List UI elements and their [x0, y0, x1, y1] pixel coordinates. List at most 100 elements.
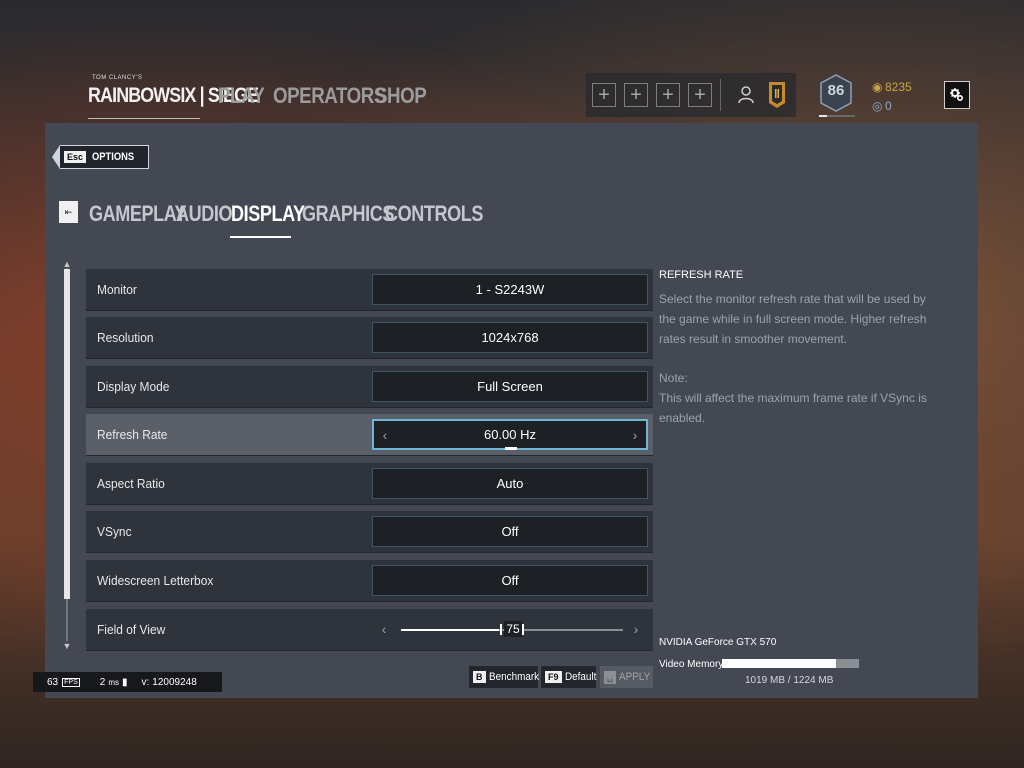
setting-label: Refresh Rate	[97, 427, 168, 442]
setting-row-display-mode[interactable]: Display Mode Full Screen	[86, 366, 653, 407]
resolution-selector[interactable]: 1024x768	[372, 322, 648, 353]
ping-value: 2	[99, 676, 106, 688]
gpu-name: NVIDIA GeForce GTX 570	[659, 637, 777, 648]
settings-button[interactable]	[944, 81, 970, 109]
fov-slider-fill	[401, 629, 499, 631]
chevron-right-icon[interactable]: ›	[628, 421, 642, 450]
chevron-right-icon[interactable]: ›	[629, 615, 643, 644]
nav-play[interactable]: PLAY	[218, 83, 265, 109]
monitor-selector[interactable]: 1 - S2243W	[372, 274, 648, 305]
fps-value: 63	[47, 676, 59, 688]
squad-slot-add-1[interactable]: +	[592, 83, 616, 107]
chevron-left-icon[interactable]: ‹	[378, 421, 392, 450]
setting-label: Display Mode	[97, 379, 170, 394]
video-memory-fill	[722, 659, 836, 668]
setting-label: Aspect Ratio	[97, 476, 165, 491]
squad-panel: + + + +	[586, 73, 796, 117]
performance-overlay: 63 FPS 2 ms ▮ v: 12009248	[33, 672, 222, 692]
renown-value: 8235	[885, 80, 912, 94]
esc-key-hint: Esc	[64, 151, 87, 163]
setting-label: Resolution	[97, 330, 154, 345]
signal-bars-icon: ▮	[121, 676, 128, 688]
renown-icon: ◉	[872, 80, 883, 94]
description-note-body: This will affect the maximum frame rate …	[659, 391, 927, 425]
field-of-view-control[interactable]: ‹ 75 ›	[372, 614, 648, 645]
display-mode-selector[interactable]: Full Screen	[372, 371, 648, 402]
setting-label: Monitor	[97, 282, 137, 297]
scroll-up-arrow-icon[interactable]: ▲	[62, 260, 72, 269]
refresh-rate-selector[interactable]: ‹ 60.00 Hz ›	[372, 419, 648, 450]
apply-button[interactable]: ␣ APPLY	[600, 666, 653, 688]
options-title: OPTIONS	[92, 151, 135, 163]
setting-row-refresh-rate[interactable]: Refresh Rate ‹ 60.00 Hz ›	[86, 414, 653, 455]
widescreen-letterbox-selector[interactable]: Off	[372, 565, 648, 596]
tab-audio[interactable]: AUDIO	[176, 201, 232, 227]
options-panel: Esc OPTIONS ⇤ GAMEPLAY AUDIO DISPLAY GRA…	[45, 123, 978, 698]
credits-value: 0	[885, 99, 892, 113]
refresh-rate-value: 60.00 Hz	[483, 427, 537, 442]
r6-credits-icon: ◎	[872, 99, 883, 113]
nav-operators[interactable]: OPERATORS	[273, 83, 386, 109]
ping-unit: ms	[108, 677, 119, 687]
top-bar: TOM CLANCY'S RAINBOWSIX | SIEGE PLAY OPE…	[0, 0, 1024, 122]
description-title: REFRESH RATE	[659, 269, 744, 281]
back-arrow-icon	[52, 145, 60, 169]
fov-slider-handle[interactable]	[500, 624, 502, 635]
fov-value: 75	[504, 621, 522, 637]
fov-slider[interactable]: 75	[401, 621, 623, 637]
setting-description-pane: REFRESH RATE Select the monitor refresh …	[659, 269, 944, 428]
setting-row-field-of-view[interactable]: Field of View ‹ 75 ›	[86, 609, 653, 650]
video-memory-bar	[722, 659, 859, 668]
setting-label: Widescreen Letterbox	[97, 573, 214, 588]
tab-graphics[interactable]: GRAPHICS	[302, 201, 394, 227]
apply-key-hint: ␣	[604, 670, 616, 684]
nav-shop[interactable]: SHOP	[375, 83, 427, 109]
level-badge[interactable]: 86	[819, 74, 853, 112]
option-position-marker	[505, 447, 517, 450]
scrollbar-thumb[interactable]	[64, 269, 70, 599]
version-value: 12009248	[152, 676, 197, 688]
setting-row-aspect-ratio[interactable]: Aspect Ratio Auto	[86, 463, 653, 504]
setting-row-vsync[interactable]: VSync Off	[86, 511, 653, 552]
gear-icon	[950, 88, 964, 102]
back-options-button[interactable]: Esc OPTIONS	[52, 145, 149, 169]
setting-row-widescreen-letterbox[interactable]: Widescreen Letterbox Off	[86, 560, 653, 601]
setting-row-resolution[interactable]: Resolution 1024x768	[86, 317, 653, 358]
tab-prev-key-icon[interactable]: ⇤	[59, 201, 78, 223]
logo-subtitle: TOM CLANCY'S	[92, 75, 143, 81]
fov-slider-handle-end	[522, 624, 524, 635]
profile-icon[interactable]	[736, 85, 756, 105]
default-button[interactable]: F9 Default	[541, 666, 596, 688]
benchmark-label: Benchmark	[488, 671, 539, 683]
level-progress-bar	[819, 115, 855, 117]
benchmark-button[interactable]: B Benchmark	[469, 666, 539, 688]
description-note-title: Note:	[659, 371, 688, 385]
aspect-ratio-selector[interactable]: Auto	[372, 468, 648, 499]
renown-balance: ◉ 8235	[872, 80, 912, 94]
divider	[720, 79, 721, 111]
chevron-left-icon[interactable]: ‹	[377, 615, 391, 644]
scroll-down-arrow-icon[interactable]: ▼	[62, 642, 72, 651]
active-tab-indicator	[230, 236, 291, 238]
setting-row-monitor[interactable]: Monitor 1 - S2243W	[86, 269, 653, 310]
default-label: Default	[564, 671, 596, 683]
squad-slot-add-4[interactable]: +	[688, 83, 712, 107]
vsync-selector[interactable]: Off	[372, 516, 648, 547]
tab-controls[interactable]: CONTROLS	[385, 201, 483, 227]
video-memory-label: Video Memory:	[659, 659, 727, 670]
squad-slot-add-2[interactable]: +	[624, 83, 648, 107]
squad-slot-add-3[interactable]: +	[656, 83, 680, 107]
rank-banner-icon[interactable]	[766, 81, 788, 109]
video-memory-text: 1019 MB / 1224 MB	[745, 675, 834, 686]
setting-label: Field of View	[97, 622, 166, 637]
tab-display[interactable]: DISPLAY	[231, 201, 305, 227]
credits-balance: ◎ 0	[872, 99, 892, 113]
tab-gameplay[interactable]: GAMEPLAY	[89, 201, 187, 227]
description-body: Select the monitor refresh rate that wil…	[659, 292, 927, 346]
level-number: 86	[827, 82, 845, 99]
setting-label: VSync	[97, 524, 132, 539]
fps-icon: FPS	[62, 677, 80, 687]
game-logo: TOM CLANCY'S RAINBOWSIX | SIEGE	[88, 72, 259, 119]
apply-label: APPLY	[618, 671, 650, 683]
benchmark-key-hint: B	[473, 671, 486, 683]
